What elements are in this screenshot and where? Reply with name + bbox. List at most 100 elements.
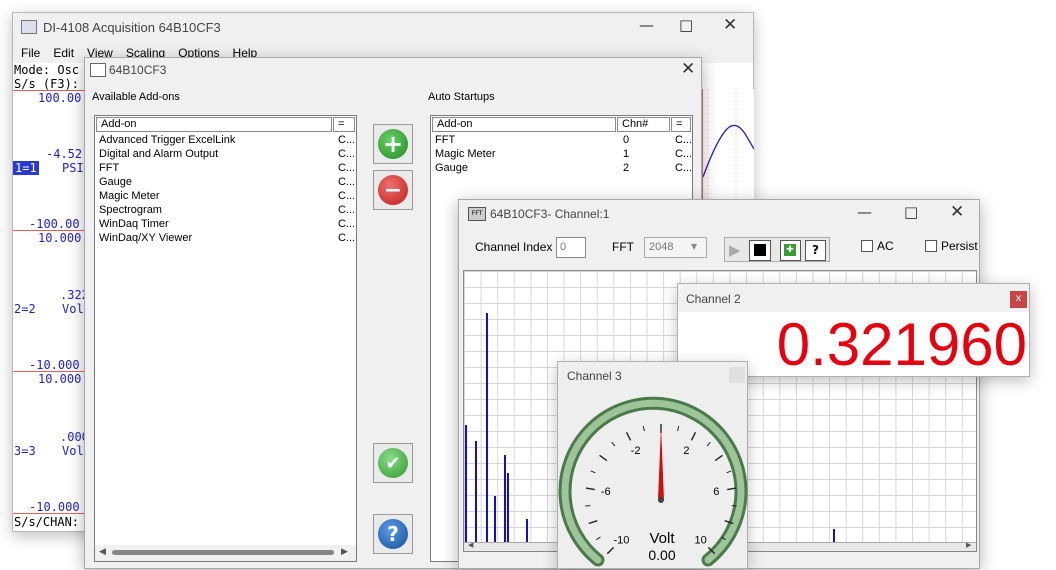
ch1-mid-value: -4.52 (46, 147, 82, 161)
addon-flag: C... (675, 161, 692, 175)
ac-checkbox[interactable] (861, 240, 873, 252)
scroll-left-icon[interactable]: ◀ (468, 541, 473, 549)
gauge-needle (658, 426, 664, 500)
addon-flag: C... (338, 203, 355, 217)
addon-flag: C... (338, 147, 355, 161)
gauge-tick-label: -6 (601, 486, 611, 498)
addon-channel: 1 (623, 147, 629, 161)
minus-icon: − (378, 175, 408, 205)
ch1-unit: PSI (62, 161, 84, 175)
column-header-flag[interactable]: = (333, 117, 355, 132)
addon-list-item[interactable]: Digital and Alarm OutputC... (99, 147, 339, 161)
addon-list-item[interactable]: Magic MeterC... (99, 189, 339, 203)
question-icon: ? (378, 519, 408, 549)
addon-name: Digital and Alarm Output (99, 148, 218, 160)
ch2-top-value: 10.000 (38, 231, 81, 245)
chevron-down-icon: ▼ (691, 242, 697, 251)
scroll-right-icon[interactable]: ▶ (341, 547, 348, 557)
meter-close-button[interactable]: x (1010, 291, 1027, 308)
gauge-tick (678, 426, 679, 431)
scroll-thumb[interactable] (112, 550, 334, 555)
gauge-tick (727, 471, 732, 473)
ch1-id-label[interactable]: 1=1 (13, 161, 39, 175)
addon-window-title: 64B10CF3 (109, 63, 166, 77)
spectrum-spike (504, 455, 506, 551)
maximize-button[interactable]: □ (679, 16, 693, 34)
app-icon (21, 20, 37, 34)
plus-icon: + (378, 129, 408, 159)
spectrum-spike (475, 441, 477, 551)
stop-button[interactable] (749, 240, 771, 261)
scroll-left-icon[interactable]: ◀ (99, 547, 106, 557)
addon-channel: 0 (623, 133, 629, 147)
divider (13, 513, 85, 514)
addon-list-item[interactable]: WinDaq TimerC... (99, 217, 339, 231)
fft-toolbar: ▶ ✚ ? (724, 237, 830, 262)
close-button[interactable]: ✕ (950, 202, 964, 222)
addon-name: Spectrogram (99, 204, 162, 216)
add-addon-button[interactable]: + (373, 124, 413, 164)
spectrum-spike (507, 473, 509, 551)
fft-app-icon: FFT (468, 207, 486, 221)
addon-list-item[interactable]: WinDaq/XY ViewerC... (99, 231, 339, 245)
column-header-addon[interactable]: Add-on (432, 117, 616, 132)
gauge-tick (612, 442, 615, 446)
addon-flag: C... (338, 133, 355, 147)
minimize-button[interactable]: — (857, 203, 872, 221)
gauge-tick (626, 432, 630, 440)
auto-startup-item[interactable]: Gauge2C... (435, 161, 690, 175)
monitor-icon (90, 63, 106, 77)
zoom-fit-button[interactable]: ✚ (780, 240, 801, 261)
scroll-right-icon[interactable]: ▶ (966, 541, 971, 549)
ok-button[interactable]: ✔ (373, 443, 413, 483)
persist-label: Persist (941, 239, 978, 253)
horizontal-scrollbar[interactable]: ◀ ▶ (95, 545, 356, 561)
addon-name: FFT (99, 162, 119, 174)
footer-text: S/s/CHAN: (14, 515, 79, 529)
column-header-chn[interactable]: Chn# (617, 117, 670, 132)
addon-list-item[interactable]: GaugeC... (99, 175, 339, 189)
ch2-bottom-value: -10.000 (29, 358, 80, 372)
auto-startup-item[interactable]: Magic Meter1C... (435, 147, 690, 161)
addon-flag: C... (675, 147, 692, 161)
addon-list-item[interactable]: SpectrogramC... (99, 203, 339, 217)
menu-file[interactable]: File (21, 46, 40, 60)
help-button[interactable]: ? (373, 514, 413, 554)
spectrum-spike (486, 313, 488, 551)
addon-list-item[interactable]: Advanced Trigger ExcelLinkC... (99, 133, 339, 147)
gauge-tick (715, 455, 722, 460)
addon-flag: C... (675, 133, 692, 147)
ch3-unit: Vol (62, 444, 84, 458)
auto-startup-item[interactable]: FFT0C... (435, 133, 690, 147)
available-addons-list[interactable]: Add-on = Advanced Trigger ExcelLinkC...D… (94, 115, 357, 562)
gauge-needle-pointer (658, 426, 664, 500)
ch2-id-label[interactable]: 2=2 (14, 302, 36, 316)
column-header-addon[interactable]: Add-on (96, 117, 332, 132)
fft-size-label: FFT (612, 240, 634, 254)
addon-name: Magic Meter (99, 190, 160, 202)
ch3-id-label[interactable]: 3=3 (14, 444, 36, 458)
gauge-tick (589, 521, 598, 524)
channel-index-input[interactable]: 0 (556, 237, 586, 258)
menu-edit[interactable]: Edit (53, 46, 74, 60)
gauge-window: Channel 3 -10-6-22610 Volt 0.00 (557, 361, 748, 569)
fft-size-value: 2048 (649, 241, 673, 253)
column-header-flag[interactable]: = (671, 117, 691, 132)
play-icon[interactable]: ▶ (729, 241, 741, 259)
close-button[interactable]: ✕ (681, 59, 695, 79)
ch1-bottom-value: -100.00 (29, 217, 80, 231)
addon-flag: C... (338, 217, 355, 231)
meter-value: 0.321960 (777, 312, 1027, 378)
close-button[interactable]: ✕ (723, 15, 737, 35)
addon-channel: 2 (623, 161, 629, 175)
needle-pivot (658, 497, 664, 503)
minimize-button[interactable]: — (639, 16, 654, 34)
fft-help-button[interactable]: ? (805, 240, 826, 261)
addon-name: WinDaq/XY Viewer (99, 232, 192, 244)
fft-size-select[interactable]: 2048 ▼ (644, 237, 707, 258)
addon-list-item[interactable]: FFTC... (99, 161, 339, 175)
maximize-button[interactable]: □ (904, 203, 918, 221)
remove-addon-button[interactable]: − (373, 170, 413, 210)
persist-checkbox[interactable] (925, 240, 937, 252)
gauge-close-button[interactable] (729, 367, 745, 383)
